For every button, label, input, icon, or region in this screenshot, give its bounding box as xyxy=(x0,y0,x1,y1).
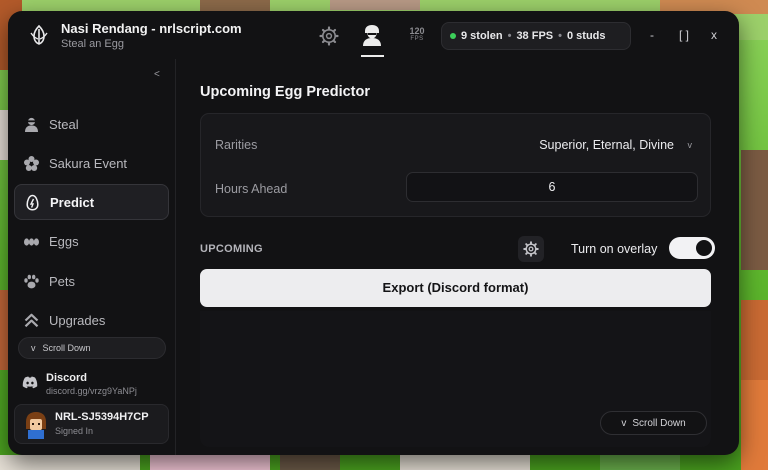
user-icon[interactable] xyxy=(360,23,384,47)
page-title: Upcoming Egg Predictor xyxy=(200,84,370,100)
hours-ahead-label: Hours Ahead xyxy=(215,182,288,196)
game-block xyxy=(600,455,680,470)
fps-cap-label: FPS xyxy=(410,36,424,42)
game-block xyxy=(330,0,420,10)
eggs-icon xyxy=(24,237,39,246)
sidebar-item-steal[interactable]: Steal xyxy=(14,106,169,142)
main-content: Upcoming Egg Predictor Rarities Superior… xyxy=(177,59,739,455)
chevron-down-icon: v xyxy=(687,140,693,150)
sidebar-item-sakura-event[interactable]: Sakura Event xyxy=(14,145,169,181)
tulip-logo-icon xyxy=(30,24,48,45)
sidebar: < Steal Sakura Event Predict Eggs Pets U… xyxy=(8,59,176,455)
sidebar-item-label: Steal xyxy=(49,116,79,132)
game-block xyxy=(280,455,340,470)
stolen-count: 9 stolen xyxy=(461,30,503,42)
export-discord-button[interactable]: Export (Discord format) xyxy=(200,269,711,307)
game-block xyxy=(150,455,270,470)
sidebar-item-label: Pets xyxy=(49,273,76,289)
user-status: Signed In xyxy=(55,426,94,436)
avatar xyxy=(26,412,46,439)
thief-icon xyxy=(25,117,38,132)
stats-pill: 9 stolen • 38 FPS • 0 studs xyxy=(441,22,631,50)
title-bar[interactable]: Nasi Rendang - nrlscript.com Steal an Eg… xyxy=(8,11,739,59)
game-block xyxy=(741,380,768,470)
sidebar-item-upgrades[interactable]: Upgrades xyxy=(14,302,169,338)
sidebar-item-label: Upgrades xyxy=(49,312,106,328)
game-block xyxy=(0,455,140,470)
sidebar-item-eggs[interactable]: Eggs xyxy=(14,223,169,259)
sidebar-item-label: Sakura Event xyxy=(49,155,128,171)
overlay-toggle[interactable] xyxy=(669,237,715,259)
app-subtitle: Steal an Egg xyxy=(61,38,124,50)
status-dot xyxy=(450,33,456,39)
game-block xyxy=(400,455,530,470)
discord-icon xyxy=(22,376,38,389)
upcoming-eggs-list[interactable]: v Scroll Down xyxy=(200,311,711,447)
toggle-knob xyxy=(696,240,712,256)
sidebar-item-label: Eggs xyxy=(49,233,79,249)
list-scroll-down-button[interactable]: v Scroll Down xyxy=(600,411,707,435)
discord-link[interactable]: Discord discord.gg/vrzg9YaNPj xyxy=(22,369,172,399)
user-name: NRL-SJ5394H7CP xyxy=(55,411,149,423)
studs-readout: 0 studs xyxy=(566,30,606,42)
chevron-down-icon: v xyxy=(31,343,36,353)
paw-icon xyxy=(24,274,39,288)
overlay-settings-button[interactable] xyxy=(518,236,544,262)
separator: • xyxy=(507,30,512,42)
script-window: Nasi Rendang - nrlscript.com Steal an Eg… xyxy=(8,11,739,455)
egg-icon xyxy=(26,194,39,211)
fps-cap-number: 120 xyxy=(409,26,425,36)
discord-name: Discord xyxy=(46,372,87,384)
sidebar-item-label: Predict xyxy=(50,194,95,210)
gear-icon xyxy=(523,241,539,257)
separator: • xyxy=(558,30,562,42)
hours-ahead-input[interactable]: 6 xyxy=(406,172,698,202)
user-card[interactable]: NRL-SJ5394H7CP Signed In xyxy=(14,404,169,444)
scroll-down-label: Scroll Down xyxy=(632,417,686,429)
active-tab-indicator xyxy=(361,55,384,57)
chevron-down-icon: v xyxy=(621,417,627,429)
upcoming-section-label: UPCOMING xyxy=(200,243,263,255)
fps-readout: 38 FPS xyxy=(516,30,554,42)
fps-icon[interactable]: 120 FPS xyxy=(406,27,428,43)
sidebar-item-pets[interactable]: Pets xyxy=(14,263,169,299)
collapse-sidebar-button[interactable]: < xyxy=(154,69,160,80)
rarities-label: Rarities xyxy=(215,138,258,152)
close-button[interactable]: x xyxy=(704,25,724,45)
game-block xyxy=(741,150,768,270)
scroll-down-label: Scroll Down xyxy=(42,343,91,353)
minimize-button[interactable]: - xyxy=(642,25,662,45)
discord-invite-link: discord.gg/vrzg9YaNPj xyxy=(46,386,137,396)
app-title: Nasi Rendang - nrlscript.com xyxy=(61,21,242,36)
flower-icon xyxy=(24,155,39,171)
maximize-button[interactable]: [ ] xyxy=(672,25,696,45)
predictor-settings-panel: Rarities Superior, Eternal, Divine v Hou… xyxy=(200,113,711,217)
rarities-value: Superior, Eternal, Divine xyxy=(539,138,674,152)
sidebar-scroll-down-button[interactable]: v Scroll Down xyxy=(18,337,166,359)
sidebar-item-predict[interactable]: Predict xyxy=(14,184,169,220)
overlay-toggle-label: Turn on overlay xyxy=(571,242,658,256)
gear-icon[interactable] xyxy=(319,26,339,46)
double-chevron-up-icon xyxy=(24,313,39,327)
